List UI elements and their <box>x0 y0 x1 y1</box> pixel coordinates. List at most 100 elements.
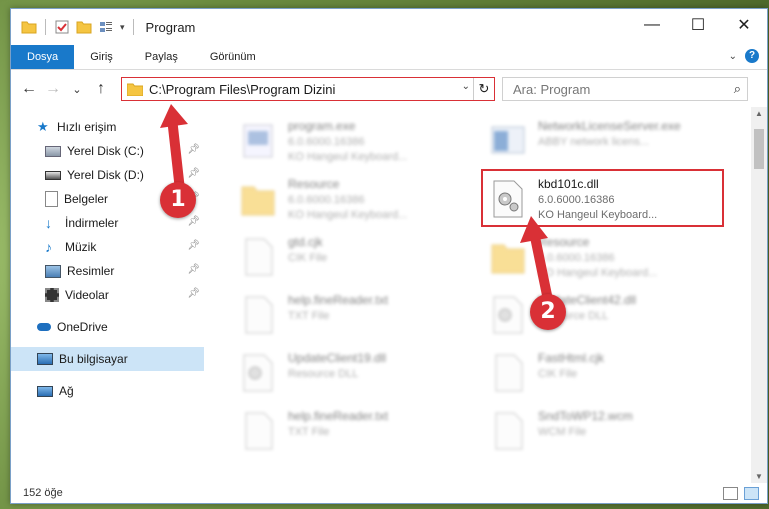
close-button[interactable]: ✕ <box>721 9 767 41</box>
sidebar-item-onedrive[interactable]: OneDrive <box>11 315 204 339</box>
maximize-button[interactable]: ☐ <box>675 9 721 41</box>
pictures-icon <box>45 264 61 278</box>
file-icon <box>495 354 523 392</box>
sidebar-item-label: Yerel Disk (C:) <box>67 144 144 158</box>
file-icon <box>495 412 523 450</box>
expand-ribbon-icon[interactable]: ⌄ <box>729 51 737 62</box>
drive-icon <box>45 145 61 157</box>
sidebar-item-videos[interactable]: Videolar 📌︎ <box>11 283 204 307</box>
tab-file[interactable]: Dosya <box>11 45 75 69</box>
refresh-icon[interactable]: ↻ <box>473 78 494 100</box>
sidebar-item-label: Bu bilgisayar <box>59 352 128 366</box>
sidebar-item-music[interactable]: ♪ Müzik 📌︎ <box>11 235 204 259</box>
tab-share[interactable]: Paylaş <box>129 45 194 69</box>
minimize-button[interactable]: — <box>629 9 675 41</box>
explorer-window: ▾ Program — ☐ ✕ Dosya Giriş Paylaş Görün… <box>10 8 768 504</box>
file-item[interactable]: program.exe 6.0.6000.16386 KO Hangeul Key… <box>216 115 446 165</box>
file-item[interactable]: SndToWP12.wcm WCM File <box>466 405 696 455</box>
folder-icon <box>127 83 143 96</box>
back-button[interactable]: ← <box>17 80 41 98</box>
scroll-up-icon[interactable]: ▲ <box>751 109 767 118</box>
music-icon: ♪ <box>45 239 52 255</box>
pin-icon[interactable]: 📌︎ <box>187 168 200 179</box>
highlight-box <box>481 169 724 227</box>
file-item[interactable]: help.fineReader.txt TXT File <box>216 289 446 339</box>
scroll-down-icon[interactable]: ▼ <box>751 472 767 481</box>
up-button[interactable]: ↑ <box>89 80 113 98</box>
file-item[interactable]: UpdateClient42.dll Resource DLL <box>466 289 696 339</box>
file-name: SndToWP12.wcm <box>538 409 633 423</box>
search-input[interactable]: Ara: Program ⌕ <box>502 77 748 101</box>
file-item[interactable]: UpdateClient19.dll Resource DLL <box>216 347 446 397</box>
tab-view[interactable]: Görünüm <box>194 45 272 69</box>
vertical-scrollbar[interactable]: ▲ ▼ <box>751 107 767 483</box>
file-meta: 6.0.6000.16386 KO Hangeul Keyboard... <box>288 136 408 163</box>
search-placeholder: Ara: Program <box>513 81 591 97</box>
file-item[interactable]: NetworkLicenseServer.exe ABBY network li… <box>466 115 696 165</box>
view-buttons <box>723 487 759 500</box>
file-meta: TXT File <box>288 310 330 322</box>
file-item[interactable]: gtd.cjk CIK File <box>216 231 446 281</box>
file-item[interactable]: Resource 6.0.6000.16386 KO Hangeul Keyboa… <box>216 173 446 223</box>
pin-icon[interactable]: 📌︎ <box>187 264 200 275</box>
sidebar-item-label: Resimler <box>67 264 115 278</box>
file-meta: WCM File <box>538 426 587 438</box>
window-title: Program <box>145 19 196 35</box>
sidebar-item-quick-access[interactable]: ★ Hızlı erişim <box>11 115 204 139</box>
sidebar-item-label: Hızlı erişim <box>57 120 117 134</box>
sidebar-item-label: Müzik <box>65 240 97 254</box>
title-bar: ▾ Program — ☐ ✕ <box>11 9 767 45</box>
file-name: UpdateClient19.dll <box>288 351 387 365</box>
file-name: help.fineReader.txt <box>288 293 389 307</box>
customize-toolbar-dropdown-icon[interactable]: ▾ <box>120 22 125 33</box>
properties-icon[interactable] <box>54 19 70 35</box>
pin-icon[interactable]: 📌︎ <box>187 288 200 299</box>
new-folder-icon[interactable] <box>76 19 92 35</box>
separator <box>45 19 46 35</box>
navigation-pane: ★ Hızlı erişim Yerel Disk (C:) 📌︎ Yerel … <box>11 107 204 483</box>
sidebar-item-label: İndirmeler <box>65 216 119 230</box>
help-icon[interactable]: ? <box>745 49 759 63</box>
sidebar-item-label: Belgeler <box>64 192 109 206</box>
file-meta: 6.0.6000.16386 KO Hangeul Keyboard... <box>538 252 658 279</box>
step-2-badge: 2 <box>530 294 566 330</box>
recent-locations-button[interactable]: ⌄ <box>65 83 89 96</box>
separator <box>132 19 134 35</box>
file-item[interactable]: help.fineReader.txt TXT File <box>216 405 446 455</box>
address-dropdown-icon[interactable]: ⌄ <box>462 81 470 92</box>
forward-button[interactable]: → <box>41 80 65 98</box>
file-item[interactable]: FastHtml.cjk CIK File <box>466 347 696 397</box>
pin-icon[interactable]: 📌︎ <box>187 144 200 155</box>
file-meta: Resource DLL <box>288 368 359 380</box>
file-item[interactable]: Resource 6.0.6000.16386 KO Hangeul Keyboa… <box>466 231 696 281</box>
tab-home[interactable]: Giriş <box>74 45 129 69</box>
view-options-icon[interactable] <box>98 19 114 35</box>
ribbon-right-controls: ⌄ ? <box>729 49 759 63</box>
sidebar-item-pictures[interactable]: Resimler 📌︎ <box>11 259 204 283</box>
sidebar-item-this-pc[interactable]: Bu bilgisayar <box>11 347 204 371</box>
ribbon-tabs: Dosya Giriş Paylaş Görünüm ⌄ ? <box>11 45 767 70</box>
star-icon: ★ <box>37 119 49 134</box>
window-icon <box>491 126 525 154</box>
large-icons-view-icon[interactable] <box>744 487 759 500</box>
sidebar-item-network[interactable]: Ağ <box>11 379 204 403</box>
address-path[interactable]: C:\Program Files\Program Dizini <box>149 82 335 97</box>
file-name: help.fineReader.txt <box>288 409 389 423</box>
dll-gear-icon <box>493 296 523 334</box>
pin-icon[interactable]: 📌︎ <box>187 240 200 251</box>
cloud-icon <box>37 323 51 331</box>
file-name: Resource <box>538 235 590 249</box>
file-list: program.exe 6.0.6000.16386 KO Hangeul Key… <box>216 107 751 483</box>
search-icon: ⌕ <box>733 81 741 96</box>
details-view-icon[interactable] <box>723 487 738 500</box>
file-meta: ABBY network licens... <box>538 136 650 148</box>
file-name: program.exe <box>288 119 356 133</box>
scrollbar-thumb[interactable] <box>754 129 764 169</box>
documents-icon <box>45 191 58 207</box>
sidebar-item-local-disk-c[interactable]: Yerel Disk (C:) 📌︎ <box>11 139 204 163</box>
pin-icon[interactable]: 📌︎ <box>187 216 200 227</box>
quick-access-toolbar: ▾ <box>11 19 136 35</box>
address-bar[interactable]: C:\Program Files\Program Dizini ⌄ ↻ <box>121 77 495 101</box>
file-name: NetworkLicenseServer.exe <box>538 119 681 133</box>
sidebar-item-label: Ağ <box>59 384 74 398</box>
